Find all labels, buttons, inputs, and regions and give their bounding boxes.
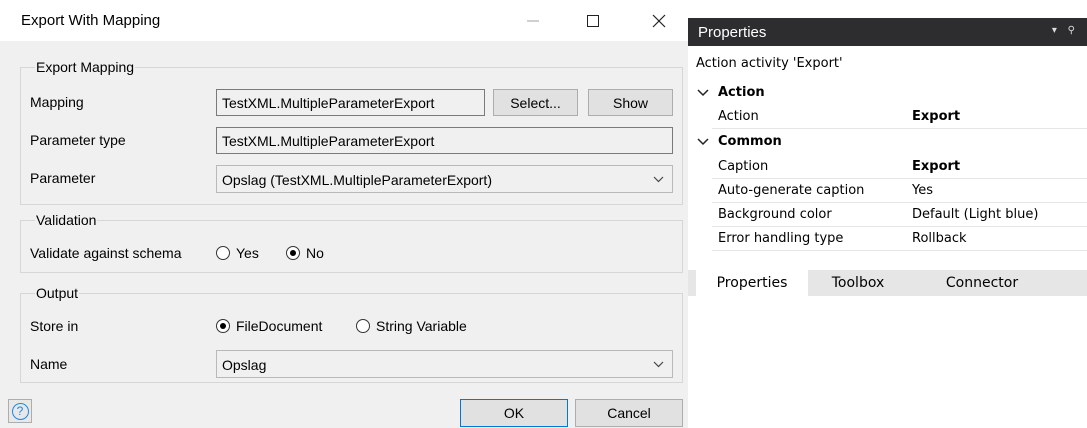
maximize-icon <box>587 14 599 27</box>
activity-label: Action activity 'Export' <box>696 56 843 71</box>
radio-unchecked-icon <box>216 246 230 260</box>
store-string-variable-label: String Variable <box>376 318 467 334</box>
tab-properties[interactable]: Properties <box>696 270 808 296</box>
property-key: Background color <box>718 207 832 222</box>
close-icon <box>652 14 666 27</box>
minimize-icon <box>527 20 539 21</box>
tab-connector[interactable]: Connector <box>908 270 1056 296</box>
section-action[interactable]: Action <box>688 81 1087 105</box>
minimize-button[interactable] <box>510 0 556 41</box>
name-label: Name <box>30 356 68 372</box>
store-in-label: Store in <box>30 318 79 334</box>
close-button[interactable] <box>636 0 682 41</box>
validate-yes-radio[interactable]: Yes <box>216 245 259 261</box>
parameter-type-field[interactable]: TestXML.MultipleParameterExport <box>216 127 673 154</box>
help-icon: ? <box>11 402 29 420</box>
validate-schema-label: Validate against schema <box>30 245 182 261</box>
properties-title: Properties <box>698 24 767 41</box>
name-dropdown-value: Opslag <box>222 357 267 373</box>
property-key: Error handling type <box>718 231 844 246</box>
property-key: Caption <box>718 159 769 174</box>
properties-header: Properties ▾ ⚲ <box>688 18 1087 46</box>
dialog-titlebar: Export With Mapping <box>0 0 688 41</box>
validate-no-label: No <box>306 245 324 261</box>
parameter-dropdown-value: Opslag (TestXML.MultipleParameterExport) <box>222 172 492 188</box>
output-group-label: Output <box>35 285 80 301</box>
radio-unchecked-icon <box>356 319 370 333</box>
maximize-button[interactable] <box>570 0 616 41</box>
property-key: Auto-generate caption <box>718 183 865 198</box>
property-value: Export <box>912 109 961 124</box>
parameter-label: Parameter <box>30 170 96 186</box>
cancel-button[interactable]: Cancel <box>575 399 683 427</box>
validation-group-label: Validation <box>35 212 98 228</box>
mapping-field[interactable]: TestXML.MultipleParameterExport <box>216 89 485 116</box>
property-value: Default (Light blue) <box>912 207 1039 222</box>
property-row-caption[interactable]: Caption Export <box>688 155 1087 179</box>
property-key: Action <box>718 109 759 124</box>
export-mapping-group-label: Export Mapping <box>35 59 136 75</box>
chevron-down-icon <box>697 89 709 97</box>
help-button[interactable]: ? <box>8 399 32 423</box>
tab-toolbox[interactable]: Toolbox <box>808 270 908 296</box>
parameter-type-label: Parameter type <box>30 132 126 148</box>
dialog-body: Export Mapping Mapping TestXML.MultipleP… <box>0 41 688 428</box>
panel-tabs: Properties Toolbox Connector <box>688 270 1087 296</box>
property-value: Yes <box>912 183 933 198</box>
chevron-down-icon <box>653 176 664 183</box>
store-filedocument-radio[interactable]: FileDocument <box>216 318 322 334</box>
parameter-dropdown[interactable]: Opslag (TestXML.MultipleParameterExport) <box>216 165 673 193</box>
validate-yes-label: Yes <box>236 245 259 261</box>
property-row-auto-generate-caption[interactable]: Auto-generate caption Yes <box>688 179 1087 203</box>
property-row-action[interactable]: Action Export <box>688 105 1087 129</box>
store-string-variable-radio[interactable]: String Variable <box>356 318 467 334</box>
chevron-down-icon <box>653 361 664 368</box>
chevron-down-icon <box>697 138 709 146</box>
store-filedocument-label: FileDocument <box>236 318 323 334</box>
property-value: Rollback <box>912 231 967 246</box>
section-action-name: Action <box>718 85 765 100</box>
radio-checked-icon <box>286 246 300 260</box>
select-button[interactable]: Select... <box>493 89 578 116</box>
section-common[interactable]: Common <box>688 130 1087 154</box>
panel-options-icon[interactable]: ▾ ⚲ <box>1052 25 1079 36</box>
ok-button[interactable]: OK <box>460 399 568 427</box>
section-common-name: Common <box>718 134 782 149</box>
property-value: Export <box>912 159 961 174</box>
radio-checked-icon <box>216 319 230 333</box>
show-button[interactable]: Show <box>588 89 673 116</box>
export-with-mapping-dialog: Export With Mapping Export Mapping Mappi… <box>0 0 688 428</box>
mapping-label: Mapping <box>30 94 84 110</box>
validate-no-radio[interactable]: No <box>286 245 324 261</box>
property-row-background-color[interactable]: Background color Default (Light blue) <box>688 203 1087 227</box>
property-row-error-handling-type[interactable]: Error handling type Rollback <box>688 227 1087 251</box>
properties-panel: Properties ▾ ⚲ Action activity 'Export' … <box>688 0 1087 428</box>
dialog-title: Export With Mapping <box>21 12 161 29</box>
name-dropdown[interactable]: Opslag <box>216 350 673 378</box>
